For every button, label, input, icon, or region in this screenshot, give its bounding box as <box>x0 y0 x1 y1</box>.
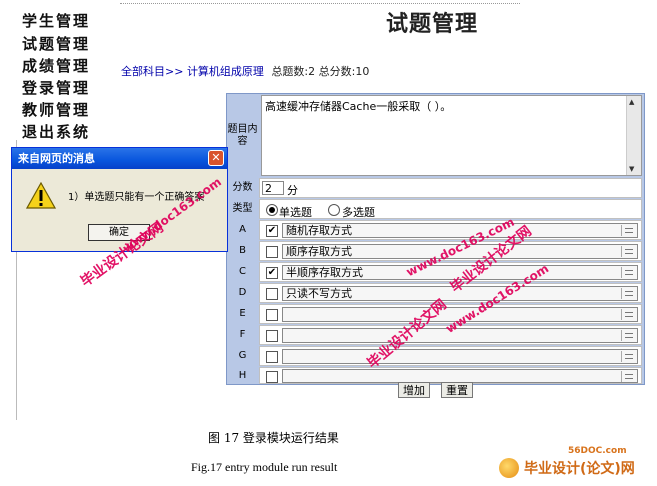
option-key-a: A <box>227 220 258 240</box>
option-c-checkbox[interactable]: ✔ <box>266 267 278 279</box>
content-scrollbar[interactable]: ▲ ▼ <box>626 96 641 175</box>
scroll-down-icon[interactable]: ▼ <box>629 165 634 173</box>
breadcrumb-separator: >> <box>165 65 184 78</box>
figure-caption-en: Fig.17 entry module run result <box>191 460 338 474</box>
nav-item-logout[interactable]: 退出系统 <box>22 121 90 142</box>
option-b-checkbox[interactable] <box>266 246 278 258</box>
option-key-d: D <box>227 283 258 303</box>
score-label: 分数 <box>227 178 258 198</box>
figure-caption-cn: 图 17 登录模块运行结果 <box>208 431 339 445</box>
type-multi-label: 多选题 <box>342 206 375 219</box>
option-row-g <box>259 346 642 366</box>
content-label: 题目内容 <box>227 94 258 177</box>
option-a-checkbox[interactable]: ✔ <box>266 225 278 237</box>
scroll-up-icon[interactable]: ▲ <box>629 98 634 106</box>
option-d-spin-icon[interactable] <box>621 288 636 299</box>
breadcrumb-subject[interactable]: 计算机组成原理 <box>187 65 264 78</box>
score-row: 2 分 <box>259 178 642 198</box>
option-g-spin-icon[interactable] <box>621 351 636 362</box>
option-e-spin-icon[interactable] <box>621 309 636 320</box>
nav-item-teachers[interactable]: 教师管理 <box>22 99 90 120</box>
logo-icon <box>499 458 519 478</box>
option-key-b: B <box>227 241 258 261</box>
content-text: 高速缓冲存储器Cache一般采取（ ）。 <box>265 100 452 113</box>
option-h-input[interactable] <box>282 369 638 383</box>
score-input[interactable]: 2 <box>262 181 284 195</box>
nav-item-scores[interactable]: 成绩管理 <box>22 55 90 76</box>
nav-item-questions[interactable]: 试题管理 <box>22 33 90 54</box>
reset-button[interactable]: 重置 <box>441 382 473 398</box>
option-b-text: 顺序存取方式 <box>286 245 352 258</box>
option-row-a: ✔ 随机存取方式 <box>259 220 642 240</box>
dialog-close-icon[interactable]: ✕ <box>208 150 224 166</box>
top-strip <box>120 0 520 4</box>
option-a-input[interactable]: 随机存取方式 <box>282 223 638 238</box>
breadcrumb: 全部科目>> 计算机组成原理 总题数:2 总分数:10 <box>121 63 369 79</box>
type-label: 类型 <box>227 199 258 219</box>
option-key-c: C <box>227 262 258 282</box>
page-title: 试题管理 <box>386 12 479 37</box>
breadcrumb-root[interactable]: 全部科目 <box>121 65 165 78</box>
breadcrumb-info: 总题数:2 总分数:10 <box>271 65 370 78</box>
option-e-checkbox[interactable] <box>266 309 278 321</box>
option-key-g: G <box>227 346 258 366</box>
option-a-text: 随机存取方式 <box>286 224 352 237</box>
option-f-checkbox[interactable] <box>266 330 278 342</box>
option-key-h: H <box>227 367 258 384</box>
option-b-spin-icon[interactable] <box>621 246 636 257</box>
dialog-title: 来自网页的消息 <box>12 148 227 169</box>
question-form: 题目内容 高速缓冲存储器Cache一般采取（ ）。 ▲ ▼ 分数 2 分 类型 … <box>226 93 645 385</box>
option-g-checkbox[interactable] <box>266 351 278 363</box>
nav-item-students[interactable]: 学生管理 <box>22 10 90 31</box>
option-key-e: E <box>227 304 258 324</box>
option-d-checkbox[interactable] <box>266 288 278 300</box>
option-h-spin-icon[interactable] <box>621 371 636 382</box>
type-single-label: 单选题 <box>279 206 312 219</box>
add-button[interactable]: 增加 <box>398 382 430 398</box>
option-f-spin-icon[interactable] <box>621 330 636 341</box>
option-c-text: 半顺序存取方式 <box>286 266 363 279</box>
type-multi-radio[interactable] <box>328 204 340 216</box>
option-g-input[interactable] <box>282 349 638 364</box>
option-c-spin-icon[interactable] <box>621 267 636 278</box>
nav-item-login[interactable]: 登录管理 <box>22 77 90 98</box>
content-textarea[interactable]: 高速缓冲存储器Cache一般采取（ ）。 ▲ ▼ <box>261 95 642 176</box>
option-key-f: F <box>227 325 258 345</box>
warning-icon <box>26 182 56 209</box>
logo-small: 56DOC.com <box>568 446 627 456</box>
option-d-text: 只读不写方式 <box>286 287 352 300</box>
type-row: 单选题 多选题 <box>259 199 642 219</box>
type-single-radio[interactable] <box>266 204 278 216</box>
logo-text: 毕业设计(论文)网 <box>524 461 635 477</box>
option-a-spin-icon[interactable] <box>621 225 636 236</box>
score-unit: 分 <box>287 184 298 197</box>
option-f-input[interactable] <box>282 328 638 343</box>
option-h-checkbox[interactable] <box>266 371 278 383</box>
